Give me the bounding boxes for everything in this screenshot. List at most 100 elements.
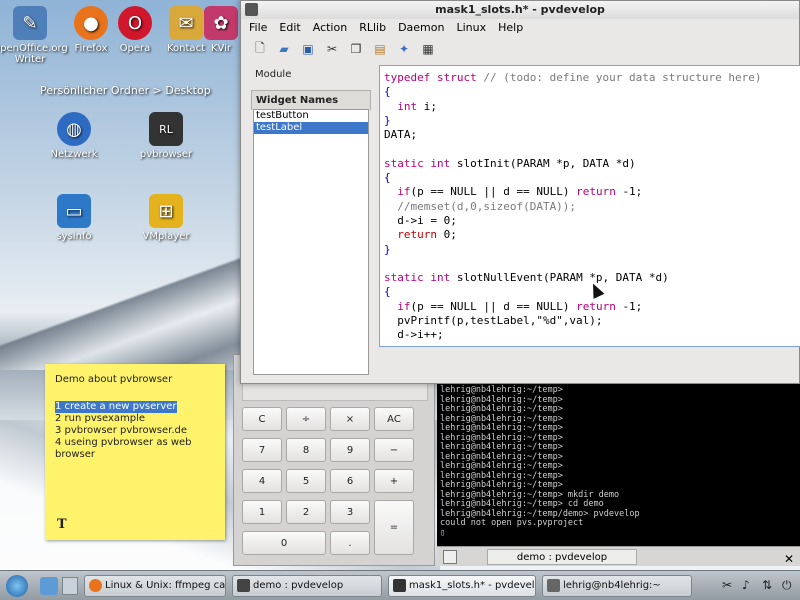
paste-icon[interactable]: ▤ bbox=[371, 40, 389, 58]
code-line: int i; bbox=[384, 100, 800, 114]
code-line: } bbox=[384, 114, 800, 128]
menu-daemon[interactable]: Daemon bbox=[394, 19, 452, 37]
pvdevelop-window: mask1_slots.h* - pvdevelop File Edit Act… bbox=[240, 0, 800, 384]
copy-icon[interactable]: ❐ bbox=[347, 40, 365, 58]
code-token: { bbox=[384, 85, 391, 99]
calc-button-equals[interactable]: = bbox=[374, 500, 414, 555]
menu-help[interactable]: Help bbox=[494, 19, 531, 37]
desktop-icon-label: KVir bbox=[210, 43, 232, 54]
calculator-window: C ÷ × AC 7 8 9 − 4 5 6 + 1 2 3 = 0 . bbox=[233, 354, 435, 566]
code-token: -1; bbox=[622, 299, 643, 313]
desktop-icon-label: Netzwerk bbox=[50, 149, 98, 160]
calc-button-all-clear[interactable]: AC bbox=[374, 407, 414, 431]
menu-file[interactable]: File bbox=[245, 19, 275, 37]
calc-button-9[interactable]: 9 bbox=[330, 438, 370, 462]
text-tool-icon[interactable]: T bbox=[57, 517, 67, 532]
tab-module[interactable]: Module bbox=[251, 65, 371, 84]
calc-button-0[interactable]: 0 bbox=[242, 531, 326, 555]
calc-button-multiply[interactable]: × bbox=[330, 407, 370, 431]
calc-button-4[interactable]: 4 bbox=[242, 469, 282, 493]
cut-icon[interactable]: ✂ bbox=[323, 40, 341, 58]
code-token: static int bbox=[384, 271, 457, 285]
code-token: return bbox=[576, 299, 623, 313]
code-line: return 0; bbox=[384, 228, 800, 242]
code-token: pvPrintf(p,testLabel,"%d",val); bbox=[384, 314, 603, 328]
calc-button-decimal[interactable]: . bbox=[330, 531, 370, 555]
taskbar-item-pvdevelop[interactable]: mask1_slots.h* - pvdevelop bbox=[388, 575, 536, 597]
firefox-icon bbox=[89, 579, 102, 592]
code-token: slotNullEvent(PARAM *p, DATA *d) bbox=[456, 271, 669, 285]
desktop-icon-pvbrowser[interactable]: RL pvbrowser bbox=[128, 112, 204, 160]
network-icon[interactable]: ⇅ bbox=[762, 578, 772, 592]
tab-widget-names[interactable]: Widget Names bbox=[251, 90, 371, 110]
calc-button-plus[interactable]: + bbox=[374, 469, 414, 493]
sticky-note-title: Demo about pvbrowser bbox=[55, 374, 173, 385]
code-token: typedef struct bbox=[384, 71, 484, 84]
taskbar-item-browser[interactable]: Linux & Unix: ffmpeg capture bbox=[84, 575, 226, 597]
sticky-note-item[interactable]: 3 pvbrowser pvbrowser.de bbox=[55, 425, 215, 437]
code-token: DATA; bbox=[384, 128, 418, 142]
toolbar: 🗋 ▰ ▣ ✂ ❐ ▤ ✦ ▦ bbox=[241, 37, 799, 61]
calc-button-2[interactable]: 2 bbox=[286, 500, 326, 524]
dialog-icon[interactable]: ▦ bbox=[419, 40, 437, 58]
menu-action[interactable]: Action bbox=[309, 19, 355, 37]
code-line: pvPrintf(p,testLabel,"%d",val); bbox=[384, 314, 800, 328]
show-desktop-icon[interactable] bbox=[62, 577, 78, 595]
start-menu-icon[interactable] bbox=[6, 575, 28, 597]
code-token: (p == NULL || d == NULL) bbox=[410, 185, 577, 199]
window-titlebar[interactable]: mask1_slots.h* - pvdevelop bbox=[241, 1, 799, 19]
save-icon[interactable]: ▣ bbox=[299, 40, 317, 58]
code-line: d->i = 0; bbox=[384, 214, 800, 228]
close-tab-icon[interactable]: ✕ bbox=[784, 549, 794, 569]
taskbar-item-terminal[interactable]: demo : pvdevelop bbox=[232, 575, 382, 597]
konsole-icon bbox=[547, 579, 560, 592]
menubar: File Edit Action RLlib Daemon Linux Help bbox=[241, 19, 799, 37]
terminal-output[interactable]: lehrig@nb4lehrig:~/temp> lehrig@nb4lehri… bbox=[437, 384, 800, 566]
calc-button-8[interactable]: 8 bbox=[286, 438, 326, 462]
menu-linux[interactable]: Linux bbox=[452, 19, 494, 37]
code-editor[interactable]: typedef struct // (todo: define your dat… bbox=[379, 65, 800, 347]
sticky-note-item[interactable]: 1 create a new pvserver bbox=[55, 401, 177, 413]
new-tab-icon[interactable] bbox=[443, 550, 457, 564]
open-folder-icon[interactable]: ▰ bbox=[275, 40, 293, 58]
sticky-note-item[interactable]: 4 useing pvbrowser as web browser bbox=[55, 437, 215, 461]
desktop-icon-netzwerk[interactable]: ◍ Netzwerk bbox=[36, 112, 112, 160]
new-file-icon[interactable]: 🗋 bbox=[251, 40, 269, 58]
clipboard-icon[interactable]: ✂ bbox=[722, 578, 732, 592]
code-token: slotInit(PARAM *p, DATA *d) bbox=[456, 156, 636, 170]
desktop-icon-label: sysinfo bbox=[56, 231, 92, 242]
code-line: d->i++; bbox=[384, 328, 800, 342]
desktop-icon-sysinfo[interactable]: ▭ sysinfo bbox=[36, 194, 112, 242]
magic-wand-icon[interactable]: ✦ bbox=[395, 40, 413, 58]
code-line: { bbox=[384, 85, 800, 99]
code-token: -1; bbox=[622, 185, 643, 199]
calc-button-6[interactable]: 6 bbox=[330, 469, 370, 493]
menu-edit[interactable]: Edit bbox=[275, 19, 308, 37]
code-token: static int bbox=[384, 156, 457, 170]
desktop-icon-vmplayer[interactable]: ⊞ VMplayer bbox=[128, 194, 204, 242]
sticky-note[interactable]: Demo about pvbrowser 1 create a new pvse… bbox=[45, 364, 225, 540]
calc-button-7[interactable]: 7 bbox=[242, 438, 282, 462]
volume-icon[interactable]: ♪ bbox=[742, 578, 750, 592]
code-line: { bbox=[384, 171, 800, 185]
list-item[interactable]: testButton bbox=[254, 110, 368, 122]
power-icon[interactable]: ⏻ bbox=[782, 578, 792, 593]
code-token: d->i++; bbox=[384, 328, 444, 342]
terminal-tab[interactable]: demo : pvdevelop bbox=[487, 549, 637, 565]
desktop-icon-kvirc[interactable]: ✿ KVir bbox=[196, 6, 246, 54]
list-item[interactable]: testLabel bbox=[254, 122, 368, 134]
code-token: return bbox=[576, 185, 623, 199]
calc-button-3[interactable]: 3 bbox=[330, 500, 370, 524]
menu-rllib[interactable]: RLlib bbox=[355, 19, 394, 37]
calc-button-minus[interactable]: − bbox=[374, 438, 414, 462]
sticky-note-item[interactable]: 2 run pvsexample bbox=[55, 413, 215, 425]
app-icon[interactable] bbox=[245, 3, 258, 16]
calc-button-5[interactable]: 5 bbox=[286, 469, 326, 493]
calc-button-1[interactable]: 1 bbox=[242, 500, 282, 524]
calc-button-clear[interactable]: C bbox=[242, 407, 282, 431]
code-token: if bbox=[384, 185, 411, 199]
taskbar-item-konsole[interactable]: lehrig@nb4lehrig:~ bbox=[542, 575, 692, 597]
calc-button-divide[interactable]: ÷ bbox=[286, 407, 326, 431]
code-token: //memset(d,0,sizeof(DATA)); bbox=[384, 199, 577, 213]
desktop-pager-icon[interactable] bbox=[40, 577, 58, 595]
